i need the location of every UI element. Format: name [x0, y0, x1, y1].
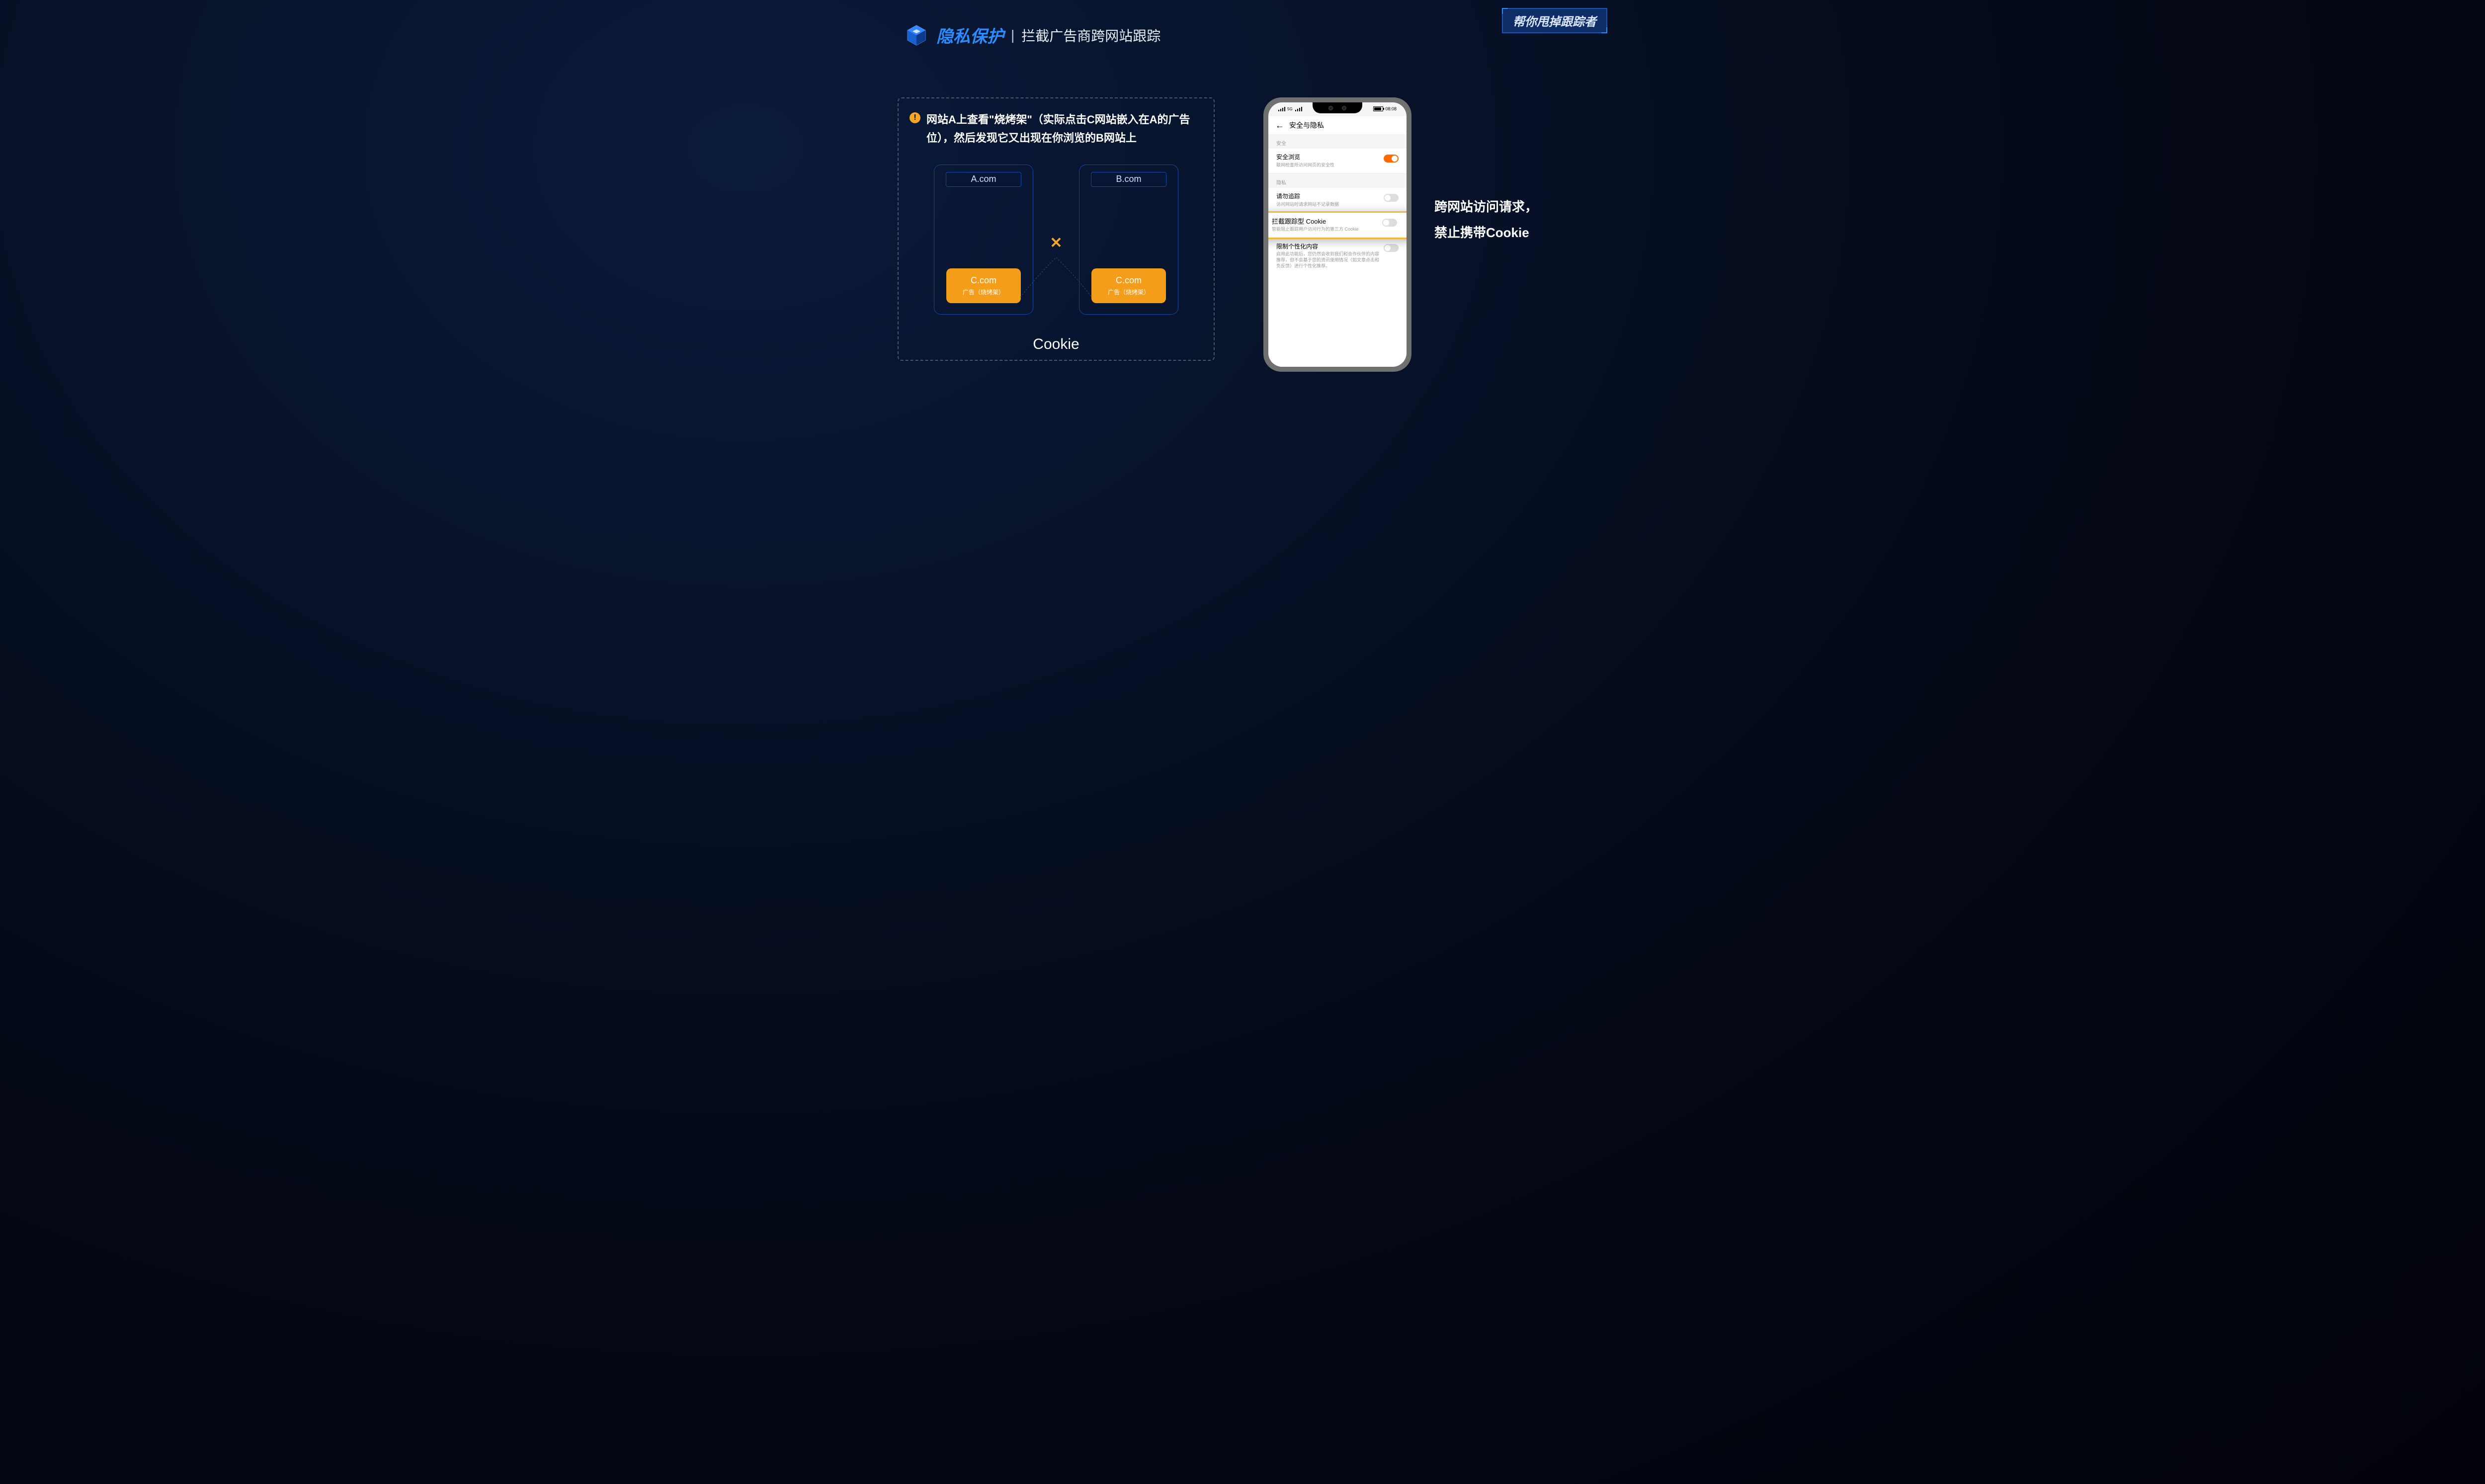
alert-text: 网站A上查看"烧烤架"（实际点击C网站嵌入在A的广告位），然后发现它又出现在你浏… — [926, 110, 1203, 148]
settings-screen: ← 安全与隐私 安全 安全浏览 联网检查所访问网页的安全性 隐私 请勿追踪 访问… — [1268, 116, 1407, 367]
screen-header: ← 安全与隐私 — [1268, 116, 1407, 134]
explanation-panel: ! 网站A上查看"烧烤架"（实际点击C网站嵌入在A的广告位），然后发现它又出现在… — [898, 97, 1215, 361]
personal-toggle[interactable] — [1384, 244, 1399, 252]
dnt-toggle[interactable] — [1384, 194, 1399, 202]
cookie-label: Cookie — [899, 336, 1214, 353]
block-cookie-toggle[interactable] — [1382, 219, 1397, 227]
safe-browse-toggle[interactable] — [1384, 155, 1399, 163]
row-personal[interactable]: 限制个性化内容 启用此功能后，您仍然会收到我们和合作伙伴的内容推荐，但不会基于您… — [1268, 238, 1407, 274]
screen-title: 安全与隐私 — [1289, 120, 1324, 130]
personal-title: 限制个性化内容 — [1276, 243, 1380, 251]
signal-icon: 5G — [1278, 107, 1302, 111]
row-dnt[interactable]: 请勿追踪 访问网站时请求网站不记录数据 — [1268, 188, 1407, 213]
dnt-title: 请勿追踪 — [1276, 193, 1380, 201]
safe-browse-title: 安全浏览 — [1276, 154, 1380, 162]
callout-line2: 禁止携带Cookie — [1434, 220, 1538, 246]
ad-desc-b: 广告（烧烤架） — [1108, 288, 1150, 296]
slide-header: 隐私保护 | 拦截广告商跨网站跟踪 — [905, 23, 1160, 47]
site-b-url: B.com — [1091, 172, 1166, 187]
title-separator: | — [1011, 27, 1014, 43]
battery-icon — [1373, 106, 1383, 111]
title-main: 隐私保护 — [936, 23, 1004, 47]
block-cookie-desc: 智能阻止跟踪用户访问行为的第三方 Cookie — [1272, 227, 1378, 233]
ad-domain-b: C.com — [1116, 275, 1142, 286]
back-arrow-icon[interactable]: ← — [1275, 120, 1284, 131]
alert-icon: ! — [910, 112, 920, 123]
site-a-ad: C.com 广告（烧烤架） — [946, 268, 1021, 303]
block-cookie-title: 拦截跟踪型 Cookie — [1272, 218, 1378, 226]
block-x-icon: ✕ — [1050, 234, 1062, 251]
dnt-desc: 访问网站时请求网站不记录数据 — [1276, 202, 1380, 208]
site-card-a: A.com C.com 广告（烧烤架） — [934, 165, 1033, 315]
safe-browse-desc: 联网检查所访问网页的安全性 — [1276, 163, 1380, 168]
phone-screen: 5G 08:08 ← 安全与隐私 安全 — [1268, 102, 1407, 367]
phone-frame: 5G 08:08 ← 安全与隐私 安全 — [1263, 97, 1411, 372]
row-safe-browse[interactable]: 安全浏览 联网检查所访问网页的安全性 — [1268, 149, 1407, 173]
site-card-b: B.com C.com 广告（烧烤架） — [1079, 165, 1178, 315]
alert-row: ! 网站A上查看"烧烤架"（实际点击C网站嵌入在A的广告位），然后发现它又出现在… — [910, 110, 1203, 148]
ad-desc-a: 广告（烧烤架） — [963, 288, 1004, 296]
site-a-url: A.com — [946, 172, 1021, 187]
callout-text: 跨网站访问请求， 禁止携带Cookie — [1434, 194, 1538, 246]
site-b-ad: C.com 广告（烧烤架） — [1091, 268, 1166, 303]
cube-icon — [905, 23, 928, 47]
row-block-cookie-highlight[interactable]: 拦截跟踪型 Cookie 智能阻止跟踪用户访问行为的第三方 Cookie — [1268, 211, 1407, 240]
section-privacy-label: 隐私 — [1268, 173, 1407, 188]
section-security-label: 安全 — [1268, 134, 1407, 149]
sites-row: A.com C.com 广告（烧烤架） ✕ B.com C.com 广告（烧烤架… — [910, 165, 1203, 315]
status-bar: 5G 08:08 — [1268, 104, 1407, 113]
ad-domain-a: C.com — [971, 275, 996, 286]
callout-line1: 跨网站访问请求， — [1434, 194, 1538, 220]
corner-badge: 帮你甩掉跟踪者 — [1502, 8, 1607, 33]
title-subtitle: 拦截广告商跨网站跟踪 — [1021, 25, 1160, 45]
status-time: 08:08 — [1385, 106, 1397, 111]
personal-desc: 启用此功能后，您仍然会收到我们和合作伙伴的内容推荐，但不会基于您的资讯使用情况（… — [1276, 251, 1380, 269]
